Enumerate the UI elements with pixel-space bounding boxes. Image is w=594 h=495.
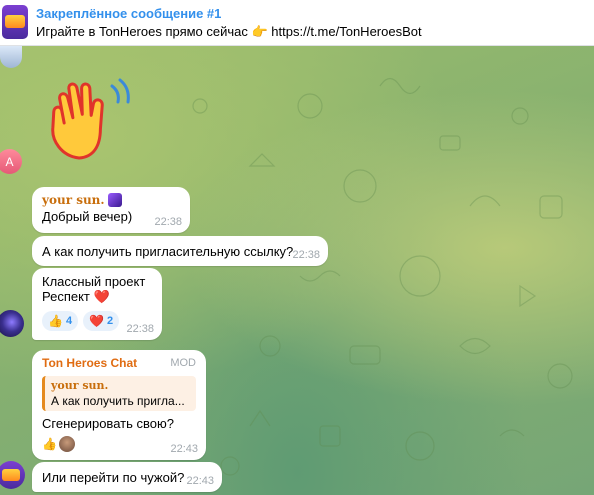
- reaction-count: 4: [65, 315, 73, 327]
- user-avatar[interactable]: [0, 46, 22, 68]
- message-text: А как получить пригласительную ссылку?: [42, 244, 294, 259]
- message-text-line2: Респект ❤️: [42, 289, 110, 304]
- pinned-message-bar[interactable]: Закреплённое сообщение #1 Играйте в TonH…: [0, 0, 594, 46]
- pinned-text: Играйте в TonHeroes прямо сейчас 👉 https…: [36, 24, 422, 39]
- mod-badge: MOD: [170, 357, 196, 369]
- sender-name: your sun.: [42, 193, 105, 207]
- message-bubble[interactable]: your sun. Добрый вечер) 22:38: [32, 187, 190, 233]
- pinned-title: Закреплённое сообщение #1: [36, 6, 222, 21]
- thumbs-up-icon: 👍: [42, 437, 57, 451]
- chat-area[interactable]: A your sun. Добрый вечер) 22:38 А как по…: [0, 46, 594, 495]
- reactor-avatar: [58, 436, 75, 452]
- heart-icon: ❤️: [89, 314, 105, 328]
- user-avatar-a[interactable]: A: [0, 149, 22, 174]
- ton-heroes-avatar[interactable]: [0, 461, 25, 489]
- message-bubble[interactable]: А как получить пригласительную ссылку? 2…: [32, 236, 328, 266]
- gem-emoji-icon: [107, 193, 122, 207]
- message-bubble[interactable]: Классный проект Респект ❤️ 👍 4 ❤️ 2 22:38: [32, 268, 162, 340]
- message-time: 22:38: [292, 249, 320, 261]
- reaction-count: 2: [107, 315, 114, 327]
- reply-preview[interactable]: your sun. А как получить пригла...: [42, 376, 196, 411]
- message-text: Сгенерировать свою?: [42, 416, 174, 431]
- user-avatar-galaxy[interactable]: [0, 310, 24, 337]
- reaction-thumbs-up[interactable]: 👍 4: [42, 311, 79, 331]
- message-text-line1: Классный проект: [42, 274, 146, 289]
- message-bubble[interactable]: Ton Heroes Chat MOD your sun. А как полу…: [32, 350, 206, 460]
- thumbs-up-icon: 👍: [48, 314, 63, 328]
- message-time: 22:38: [154, 216, 182, 228]
- reaction-heart[interactable]: ❤️ 2: [83, 311, 120, 331]
- message-time: 22:43: [186, 475, 214, 487]
- message-time: 22:43: [170, 443, 198, 455]
- waving-hand-sticker: [51, 78, 130, 160]
- message-time: 22:38: [126, 323, 154, 335]
- reply-text: А как получить пригла...: [51, 394, 185, 408]
- message-sender[interactable]: your sun.: [42, 193, 180, 207]
- pinned-thumbnail: [2, 5, 28, 39]
- reply-sender: your sun.: [51, 379, 109, 392]
- message-bubble[interactable]: Или перейти по чужой? 22:43: [32, 462, 222, 492]
- avatar-letter: A: [5, 154, 14, 169]
